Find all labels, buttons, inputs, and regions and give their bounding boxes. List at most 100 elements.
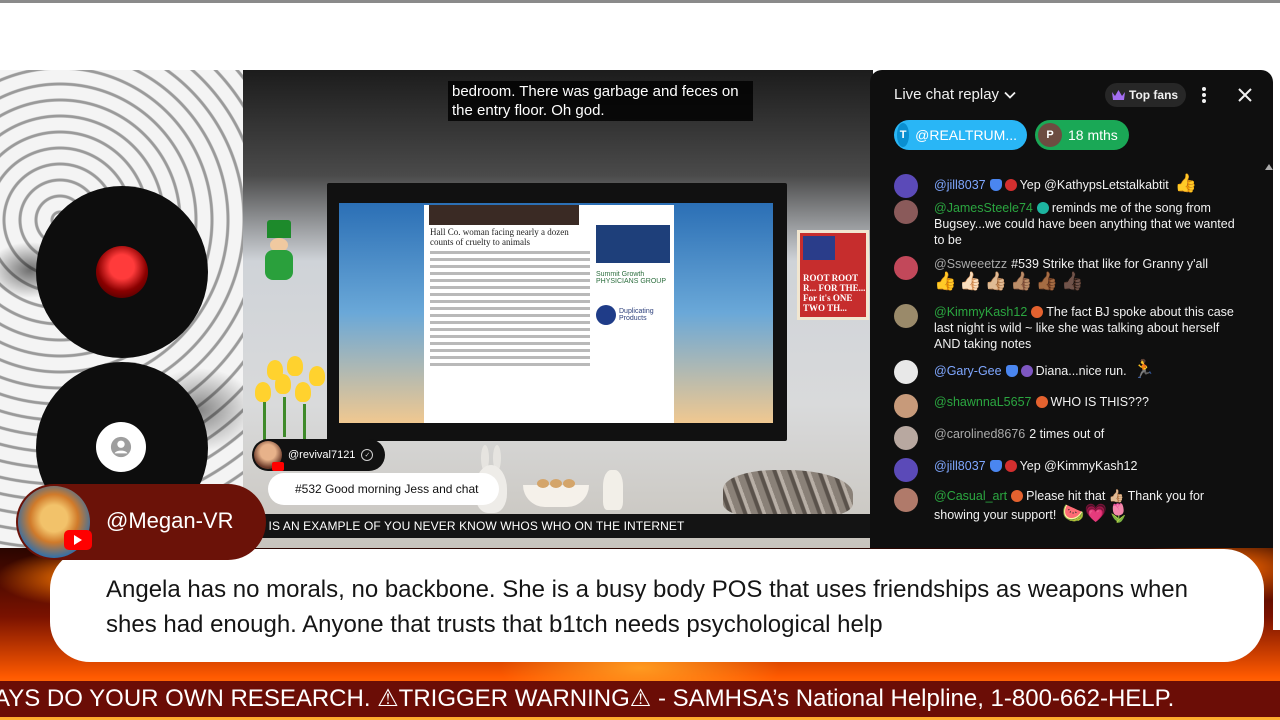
chat-author-name[interactable]: @jill8037 [934,459,986,473]
chevron-down-icon [1004,91,1016,99]
chat-message[interactable]: @carolined8676 2 times out of [894,426,1244,450]
ticker-text: AYS DO YOUR OWN RESEARCH. ⚠TRIGGER WARNI… [0,685,1175,712]
pinned-chip-membership[interactable]: P 18 mths [1035,120,1129,150]
chat-message[interactable]: @shawnnaL5657 WHO IS THIS??? [894,394,1244,418]
moderator-badge-icon [989,460,1002,472]
chat-message-body: @KimmyKash12 The fact BJ spoke about this… [894,304,1244,352]
pinned-chip-realtrum[interactable]: T @REALTRUM... [894,120,1027,150]
chat-message-body: @Ssweeetzz #539 Strike that like for Gran… [894,256,1244,292]
chat-message-text: #539 Strike that like for Granny y'all [1011,257,1209,271]
member-badge-icon [1035,396,1048,408]
chat-message-body: @jill8037 Yep @KathypsLetstalkabtit 👍 [894,174,1244,194]
chat-author-avatar[interactable] [894,426,918,450]
chat-author-name[interactable]: @Gary-Gee [934,364,1002,378]
leprechaun-figure [261,220,297,280]
chat-author-avatar[interactable] [894,458,918,482]
ad-logo-summit: Summit Growth PHYSICIANS GROUP [596,271,667,285]
member-badge-icon [1036,202,1049,214]
chat-message-body: @Casual_art Please hit that 👍🏼 Thank you … [894,488,1244,524]
chat-mode-dropdown[interactable]: Live chat replay [894,86,1017,103]
verified-icon: ✓ [361,449,374,461]
chat-emoji: 🏃 [1132,359,1156,380]
video-player[interactable]: bedroom. There was garbage and feces on … [243,70,873,548]
top-fans-label: Top fans [1129,88,1179,102]
video-caption: bedroom. There was garbage and feces on … [448,81,753,121]
featured-username: @Megan-VR [106,508,234,533]
youtube-icon [64,530,92,550]
article-photo [429,205,579,225]
top-fans-button[interactable]: Top fans [1105,83,1187,107]
wall-sign: ROOT ROOT R... FOR THE... For it's ONE T… [797,230,869,320]
chat-emoji: 🍉💗🌷 [1062,503,1130,524]
chat-message[interactable]: @Ssweeetzz #539 Strike that like for Gran… [894,256,1244,292]
chat-author-avatar[interactable] [894,304,918,328]
egg-bowl [523,479,589,507]
overlay-user-avatar [254,441,284,471]
chat-emoji: 👍 [1174,173,1198,194]
chat-message[interactable]: @Casual_art Please hit that 👍🏼 Thank you … [894,488,1244,524]
article-sidebar-ads: Summit Growth PHYSICIANS GROUP Duplicati… [596,225,670,325]
overlay-chat-message: #532 Good morning Jess and chat [268,473,499,505]
right-edge [1273,70,1280,630]
chat-author-avatar[interactable] [894,256,918,280]
chat-author-name[interactable]: @Ssweeetzz [934,257,1007,271]
chat-author-avatar[interactable] [894,488,918,512]
chat-message-text: Yep @KimmyKash12 [1019,459,1138,473]
chat-message-body: @shawnnaL5657 WHO IS THIS??? [894,394,1244,410]
member-badge-icon [1031,306,1044,318]
chat-message[interactable]: @KimmyKash12 The fact BJ spoke about this… [894,304,1244,352]
ad-logo-duplicating: Duplicating Products [596,305,670,325]
chat-author-name[interactable]: @jill8037 [934,178,986,192]
chat-emoji: 👍👍🏻👍🏼👍🏽👍🏾👍🏿 [934,271,1087,292]
chat-message-body: @jill8037 Yep @KimmyKash12 [894,458,1244,474]
chat-message-list[interactable]: @jill8037 Yep @KathypsLetstalkabtit 👍 @Jame… [870,164,1265,548]
ad-banner [596,225,670,263]
scroll-up-arrow-icon[interactable] [1265,164,1273,170]
inner-ticker: S IS AN EXAMPLE OF YOU NEVER KNOW WHOS W… [243,514,873,538]
featured-comment-card: Angela has no morals, no backbone. She i… [50,549,1264,662]
close-icon[interactable] [1235,85,1255,105]
participant-avatar [96,246,148,298]
chat-message[interactable]: @jill8037 Yep @KimmyKash12 [894,458,1244,482]
featured-comment-text: Angela has no morals, no backbone. She i… [106,576,1188,638]
chat-scrollbar[interactable] [1265,164,1273,548]
chat-author-avatar[interactable] [894,394,918,418]
chat-author-avatar[interactable] [894,200,918,224]
chat-author-avatar[interactable] [894,360,918,384]
live-chat-panel: Live chat replay Top fans T @REALTRUM...… [870,70,1273,548]
more-options-icon[interactable] [1200,85,1208,105]
chat-message-body: @JamesSteele74 reminds me of the song fro… [894,200,1244,248]
pinned-chip-label: @REALTRUM... [915,127,1017,143]
chat-author-name[interactable]: @carolined8676 [934,427,1025,441]
featured-user-badge: @Megan-VR [16,484,266,560]
default-user-icon [96,422,146,472]
tulip-bouquet [243,352,333,452]
pinned-chip-label: 18 mths [1068,127,1118,143]
pinned-avatar: T [897,123,910,147]
member-badge-icon [1004,179,1017,191]
chat-author-avatar[interactable] [894,174,918,198]
chat-author-name[interactable]: @JamesSteele74 [934,201,1033,215]
youtube-mini-icon [272,462,284,471]
chat-message[interactable]: @jill8037 Yep @KathypsLetstalkabtit 👍 [894,174,1244,198]
article-headline: Hall Co. woman facing nearly a dozen cou… [430,227,569,247]
tv-screen: Hall Co. woman facing nearly a dozen cou… [339,203,773,423]
member-badge-icon [1011,490,1024,502]
pinned-avatar: P [1038,123,1062,147]
chat-message-text: Diana...nice run. [1035,364,1127,378]
chat-author-name[interactable]: @shawnnaL5657 [934,395,1032,409]
member-badge-icon [1020,365,1033,377]
dp-logo-icon [596,305,616,325]
chat-message-text: Yep @KathypsLetstalkabtit [1019,178,1169,192]
chat-message-text: WHO IS THIS??? [1050,395,1149,409]
chat-message[interactable]: @Gary-Gee Diana...nice run. 🏃 [894,359,1244,384]
tv-screen-frame: Hall Co. woman facing nearly a dozen cou… [327,183,787,441]
chick-figurine [603,470,623,510]
overlay-chat-user: @revival7121 ✓ [252,439,386,471]
top-border [0,0,1280,3]
crown-icon [1112,90,1125,100]
chat-message[interactable]: @JamesSteele74 reminds me of the song fro… [894,200,1244,248]
chat-author-name[interactable]: @KimmyKash12 [934,305,1027,319]
pinned-chips: T @REALTRUM... P 18 mths [894,120,1129,150]
chat-author-name[interactable]: @Casual_art [934,489,1007,503]
